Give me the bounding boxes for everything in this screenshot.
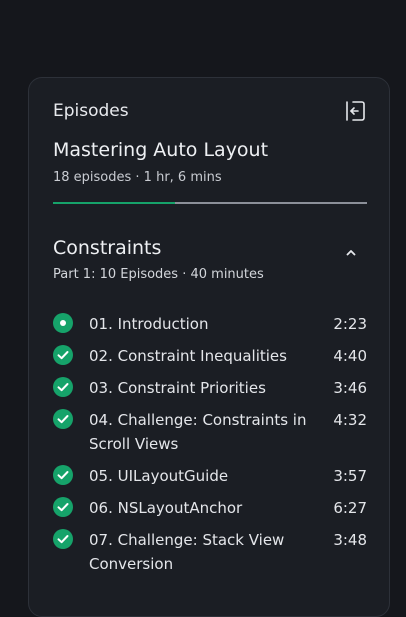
course-meta: 18 episodes · 1 hr, 6 mins xyxy=(53,170,222,185)
episode-title: 05. UILayoutGuide xyxy=(89,467,229,485)
episode-item[interactable]: 06. NSLayoutAnchor 6:27 xyxy=(53,496,367,528)
episode-title: 01. Introduction xyxy=(89,315,209,333)
episode-duration: 2:23 xyxy=(333,315,367,333)
episode-title: 07. Challenge: Stack View Conversion xyxy=(89,531,285,573)
course-progress-bar xyxy=(53,202,367,204)
checkmark-icon xyxy=(53,409,73,429)
panel-header-label: Episodes xyxy=(53,101,129,121)
in-progress-dot-icon xyxy=(53,313,73,333)
section-title: Constraints xyxy=(53,237,162,259)
checkmark-icon xyxy=(53,497,73,517)
episode-duration: 3:57 xyxy=(333,467,367,485)
episode-title: 04. Challenge: Constraints in Scroll Vie… xyxy=(89,411,307,453)
episode-duration: 4:40 xyxy=(333,347,367,365)
episode-title: 03. Constraint Priorities xyxy=(89,379,266,397)
course-title: Mastering Auto Layout xyxy=(53,139,269,161)
exit-icon xyxy=(346,101,365,121)
episode-list: 01. Introduction 2:23 02. Constraint Inequ… xyxy=(53,312,367,584)
episode-item[interactable]: 04. Challenge: Constraints in Scroll Vie… xyxy=(53,408,367,464)
episode-item[interactable]: 02. Constraint Inequalities 4:40 xyxy=(53,344,367,376)
episode-duration: 3:48 xyxy=(333,531,367,549)
course-progress-fill xyxy=(53,202,176,204)
episode-item[interactable]: 05. UILayoutGuide 3:57 xyxy=(53,464,367,496)
section-collapse-button[interactable] xyxy=(341,244,361,260)
episode-duration: 6:27 xyxy=(333,499,367,517)
episode-item[interactable]: 01. Introduction 2:23 xyxy=(53,312,367,344)
episodes-panel: Episodes Mastering Auto Layout 18 episod… xyxy=(28,77,390,617)
exit-button[interactable] xyxy=(343,99,367,123)
episode-item[interactable]: 03. Constraint Priorities 3:46 xyxy=(53,376,367,408)
section-meta: Part 1: 10 Episodes · 40 minutes xyxy=(53,267,264,282)
checkmark-icon xyxy=(53,529,73,549)
checkmark-icon xyxy=(53,345,73,365)
chevron-up-icon xyxy=(346,249,356,255)
episode-item[interactable]: 07. Challenge: Stack View Conversion 3:48 xyxy=(53,528,367,584)
checkmark-icon xyxy=(53,377,73,397)
episode-duration: 4:32 xyxy=(333,411,367,429)
episode-title: 06. NSLayoutAnchor xyxy=(89,499,243,517)
episode-duration: 3:46 xyxy=(333,379,367,397)
episode-title: 02. Constraint Inequalities xyxy=(89,347,287,365)
checkmark-icon xyxy=(53,465,73,485)
